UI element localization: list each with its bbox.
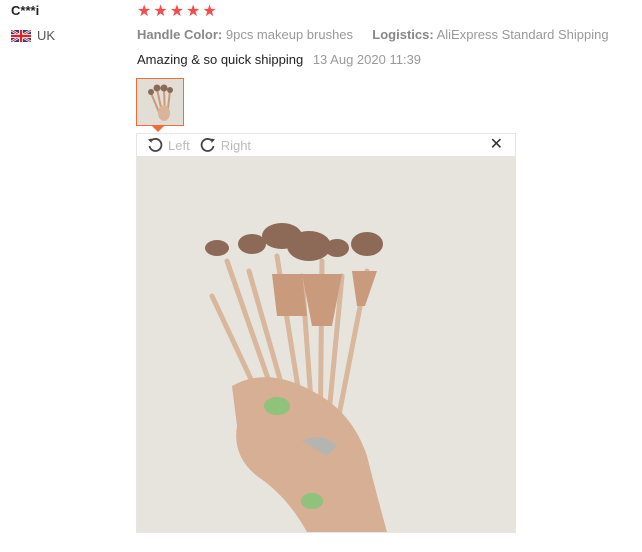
star-icon: ★ xyxy=(186,3,201,20)
star-icon: ★ xyxy=(169,3,185,20)
logistics-value: AliExpress Standard Shipping xyxy=(436,27,609,42)
handle-color-value: 9pcs makeup brushes xyxy=(225,27,354,42)
thumbnail-pointer xyxy=(152,126,164,132)
country-label: UK xyxy=(37,28,56,43)
star-rating: ★ ★ ★ ★ ★ xyxy=(137,3,217,20)
handle-color-label: Handle Color: xyxy=(137,27,223,42)
review-body: Amazing & so quick shipping 13 Aug 2020 … xyxy=(137,52,421,67)
viewer-toolbar: Left Right ✕ xyxy=(137,134,515,156)
review-text: Amazing & so quick shipping xyxy=(137,52,304,67)
rotate-left-label: Left xyxy=(168,137,190,153)
rotate-right-icon xyxy=(200,138,215,152)
reviewer-country: UK xyxy=(10,28,56,43)
review-photo xyxy=(137,156,515,532)
star-icon: ★ xyxy=(137,3,152,20)
rotate-right-button[interactable]: Right xyxy=(200,137,251,153)
star-icon: ★ xyxy=(153,3,168,20)
photo-viewer: Left Right ✕ xyxy=(136,133,516,533)
review-date: 13 Aug 2020 11:39 xyxy=(312,52,422,67)
logistics-label: Logistics: xyxy=(372,27,434,42)
reviewer-name: C***i xyxy=(11,3,40,18)
rotate-left-icon xyxy=(148,138,163,152)
review-photo-thumbnail[interactable] xyxy=(136,78,184,126)
rotate-left-button[interactable]: Left xyxy=(147,137,190,153)
star-icon: ★ xyxy=(202,3,217,20)
close-icon[interactable]: ✕ xyxy=(490,137,503,153)
uk-flag-icon xyxy=(10,28,32,43)
review-meta: Handle Color: 9pcs makeup brushes Logist… xyxy=(137,27,609,42)
rotate-right-label: Right xyxy=(220,137,252,153)
